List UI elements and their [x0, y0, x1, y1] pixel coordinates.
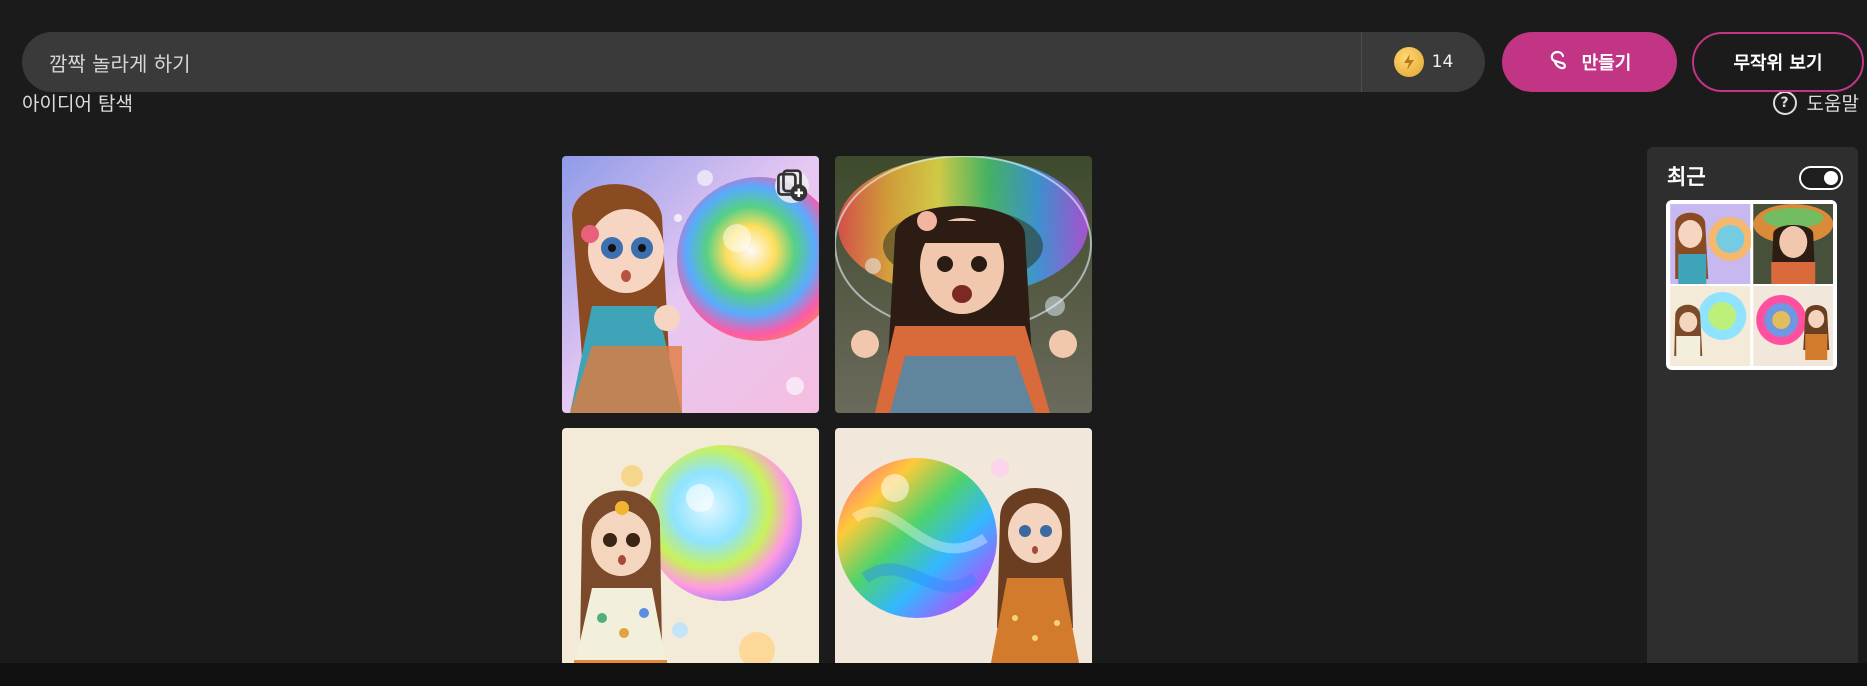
- help-label: 도움말: [1806, 93, 1859, 115]
- create-button[interactable]: 만들기: [1502, 32, 1677, 92]
- result-image-1[interactable]: [562, 156, 819, 413]
- explore-row: 아이디어 탐색 ? 도움말: [22, 92, 1859, 120]
- search-input[interactable]: [22, 32, 1361, 92]
- designer-logo-icon: [1548, 49, 1570, 76]
- toggle-knob: [1824, 171, 1838, 185]
- bolt-coin-icon: [1393, 47, 1424, 77]
- search-bar: 14: [22, 32, 1485, 92]
- recent-thumb-3: [1670, 286, 1751, 366]
- add-to-collection-icon[interactable]: [775, 169, 809, 203]
- recent-thumb-2: [1752, 204, 1834, 284]
- help-icon: ?: [1772, 92, 1797, 115]
- result-image-4[interactable]: [835, 428, 1092, 685]
- boost-count: 14: [1431, 52, 1454, 72]
- recent-thumb-1: [1670, 204, 1751, 284]
- surprise-me-label: 무작위 보기: [1733, 53, 1823, 74]
- boost-counter[interactable]: 14: [1362, 32, 1485, 92]
- create-button-label: 만들기: [1581, 53, 1632, 74]
- image-girl-giant-bubble: [835, 156, 1092, 413]
- surprise-me-button[interactable]: 무작위 보기: [1692, 32, 1864, 92]
- image-cartoon-girl-swirl-bubble: [835, 428, 1092, 685]
- recent-title: 최근: [1667, 165, 1706, 189]
- explore-ideas-link[interactable]: 아이디어 탐색: [22, 92, 133, 116]
- recent-panel: 최근: [1647, 147, 1858, 667]
- recent-thumbnail-grid: [1670, 204, 1833, 366]
- bottom-bar: [0, 663, 1867, 686]
- recent-thumb-4: [1752, 286, 1834, 366]
- recent-toggle[interactable]: [1799, 166, 1843, 190]
- recent-item[interactable]: [1666, 200, 1837, 370]
- result-image-2[interactable]: [835, 156, 1092, 413]
- result-image-3[interactable]: [562, 428, 819, 685]
- help-link[interactable]: ? 도움말: [1772, 92, 1859, 116]
- image-cartoon-girl-polka-dress: [562, 428, 819, 685]
